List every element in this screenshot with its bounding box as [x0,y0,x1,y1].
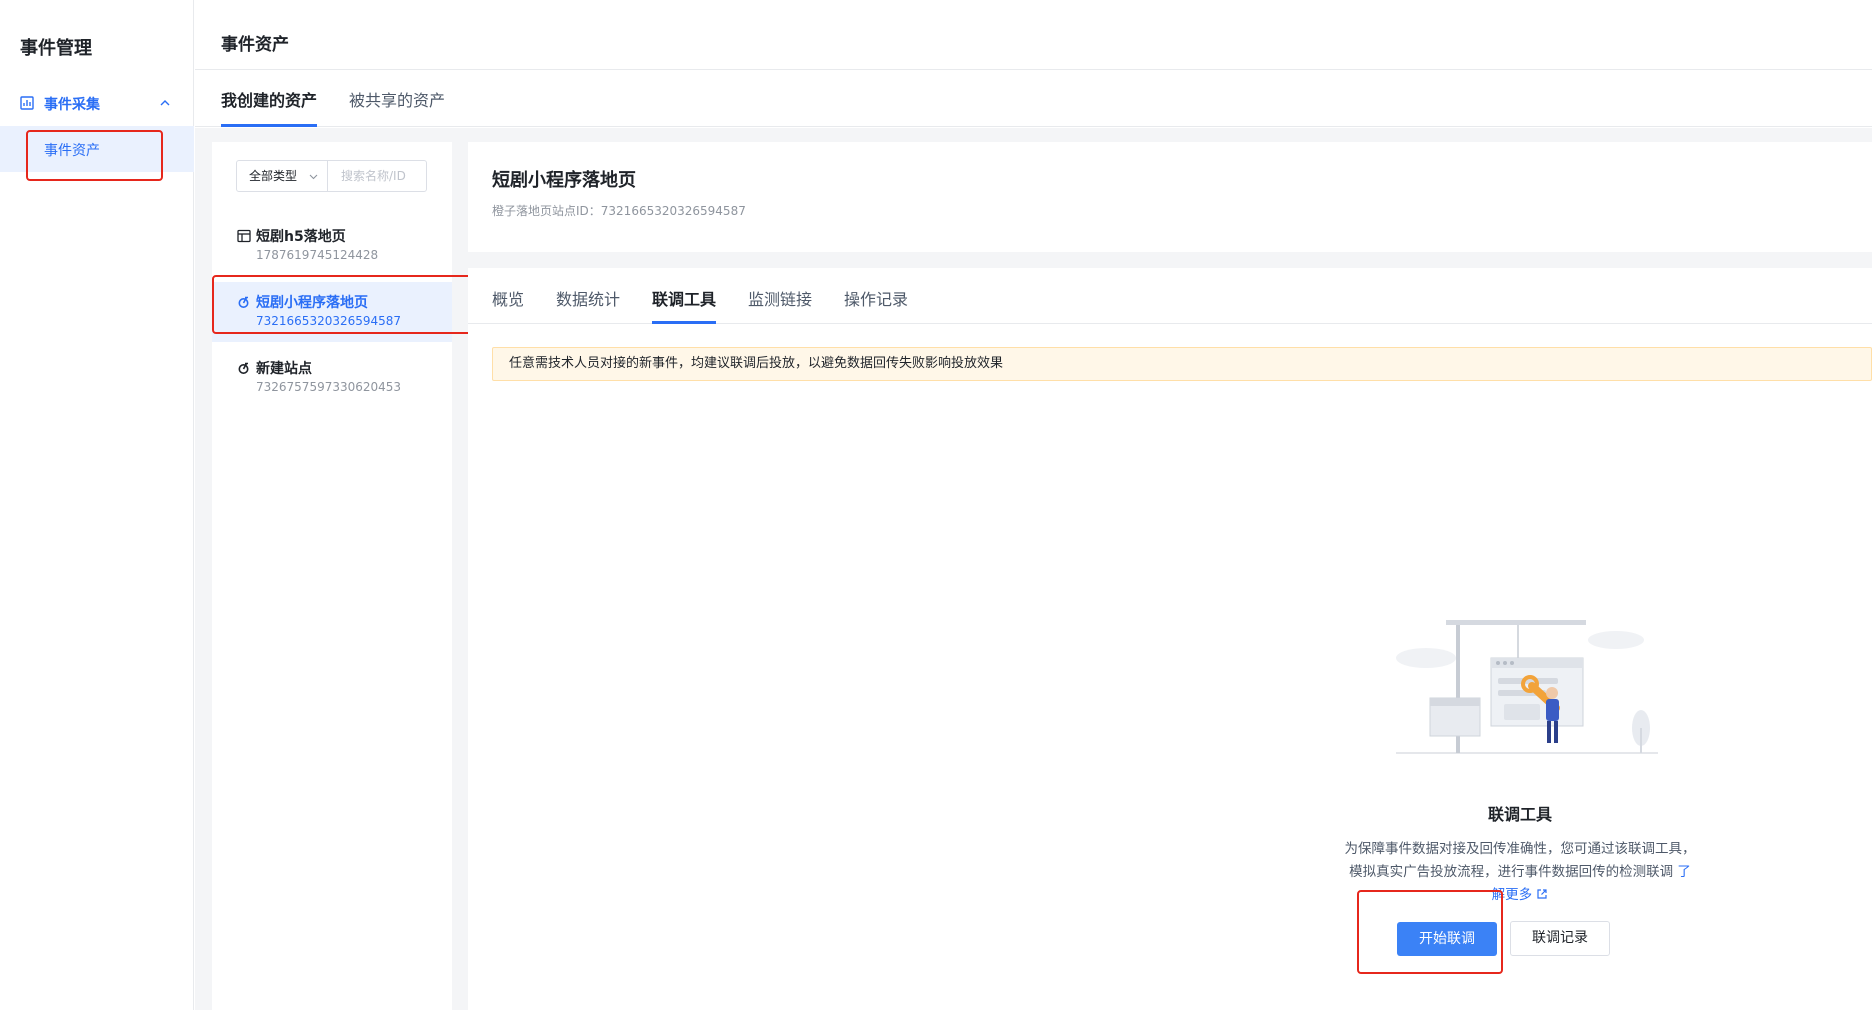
asset-tabs: 我创建的资产 被共享的资产 [195,71,1872,127]
search-input[interactable] [329,161,426,191]
mini-program-icon [238,362,249,374]
asset-header-card: 短剧小程序落地页 橙子落地页站点ID：7321665320326594587 [468,142,1872,252]
asset-site-id: 橙子落地页站点ID：7321665320326594587 [492,204,746,218]
debug-records-button[interactable]: 联调记录 [1510,921,1610,956]
list-item-name: 短剧h5落地页 [256,229,346,245]
type-select-value: 全部类型 [249,169,298,183]
sidebar-group-event-collection[interactable]: 事件采集 [0,88,194,118]
empty-state-title: 联调工具 [1487,805,1552,824]
chevron-down-icon [309,174,318,180]
debug-tool-illustration [1396,620,1658,754]
tab-my-assets[interactable]: 我创建的资产 [221,87,317,111]
page-layout-icon [237,229,251,243]
sidebar-group-label: 事件采集 [44,97,100,113]
tab-active-indicator [221,124,317,127]
tab-active-indicator [652,321,716,324]
asset-filter: 全部类型 [236,160,427,192]
detail-tabs: 概览 数据统计 联调工具 监测链接 操作记录 [468,268,1872,324]
tab-monitor-links[interactable]: 监测链接 [748,286,812,310]
tab-data-stats[interactable]: 数据统计 [556,286,620,310]
highlight-box-list-item [212,275,477,334]
page-title: 事件资产 [221,35,289,55]
notice-banner: 任意需技术人员对接的新事件，均建议联调后投放，以避免数据回传失败影响投放效果 [492,347,1872,381]
tab-overview[interactable]: 概览 [492,286,524,310]
highlight-box-start-button [1357,890,1503,974]
dashboard-icon [20,96,34,110]
empty-state-text: 为保障事件数据对接及回传准确性，您可通过该联调工具，模拟真实广告投放流程，进行事… [1344,841,1696,880]
tab-shared-assets[interactable]: 被共享的资产 [349,87,445,111]
asset-list-panel: 全部类型 短剧h5落地页 1787619745124428 短剧小程序落地页 7… [212,142,452,1010]
list-item-name: 新建站点 [256,361,312,377]
external-link-icon [1537,889,1547,899]
tab-debug-tool[interactable]: 联调工具 [652,286,716,310]
list-item[interactable]: 新建站点 7326757597330620453 [212,348,452,408]
sidebar-title: 事件管理 [20,38,92,59]
tab-operation-log[interactable]: 操作记录 [844,286,908,310]
type-select[interactable]: 全部类型 [237,161,328,191]
list-item-id: 1787619745124428 [256,248,379,262]
highlight-box-sidebar [26,130,163,181]
asset-name: 短剧小程序落地页 [492,170,636,191]
page-header: 事件资产 [195,0,1872,70]
chevron-up-icon[interactable] [158,96,172,110]
list-item[interactable]: 短剧h5落地页 1787619745124428 [212,216,452,276]
detail-card: 概览 数据统计 联调工具 监测链接 操作记录 任意需技术人员对接的新事件，均建议… [468,268,1872,1010]
list-item-id: 7326757597330620453 [256,380,402,394]
